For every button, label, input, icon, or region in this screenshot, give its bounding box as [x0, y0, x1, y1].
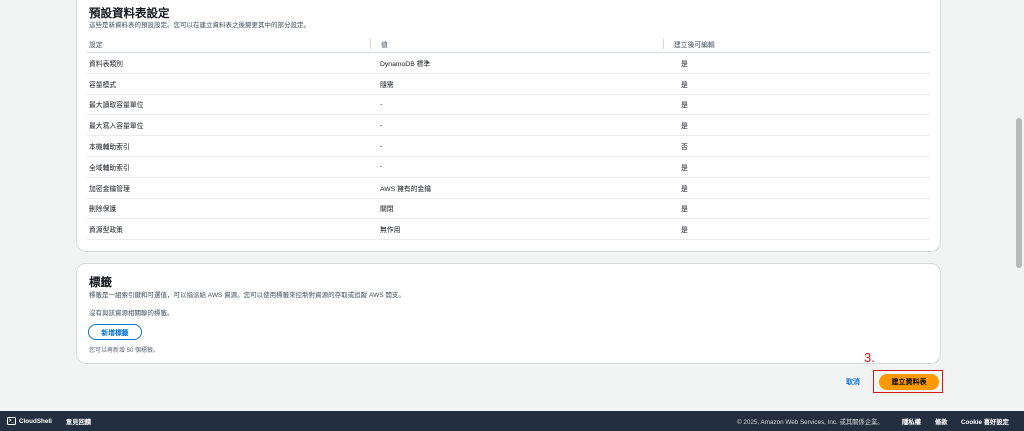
create-table-button[interactable]: 建立資料表 [879, 374, 939, 390]
editable-cell: 是 [681, 164, 688, 172]
table-row: 資源型政策 無作用 是 [87, 219, 930, 241]
table-row: 刪除保護 關閉 是 [87, 199, 930, 220]
privacy-link[interactable]: 隱私權 [902, 417, 921, 426]
feedback-link[interactable]: 意見回饋 [66, 417, 91, 426]
setting-cell: 全域輔助索引 [89, 164, 130, 172]
cloudshell-label: CloudShell [19, 417, 52, 425]
editable-cell: 是 [681, 81, 688, 89]
cookie-preferences-link[interactable]: Cookie 喜好設定 [961, 417, 1009, 426]
value-cell: AWS 擁有的金鑰 [380, 185, 432, 193]
editable-cell: 是 [681, 102, 688, 110]
value-cell: - [380, 142, 383, 150]
editable-cell: 是 [681, 123, 688, 131]
table-row: 容量模式 隨需 是 [87, 74, 930, 95]
value-cell: - [380, 100, 383, 108]
add-tag-button[interactable]: 新增標籤 [88, 324, 142, 340]
tags-title: 標籤 [89, 277, 112, 289]
value-cell: - [380, 121, 383, 129]
section-description: 這些是新資料表的預設設定。您可以在建立資料表之後變更其中的部分設定。 [89, 22, 310, 29]
value-cell: 無作用 [380, 227, 401, 235]
editable-cell: 是 [681, 227, 688, 235]
default-settings-panel: 預設資料表設定 這些是新資料表的預設設定。您可以在建立資料表之後變更其中的部分設… [76, 0, 941, 252]
editable-cell: 是 [681, 206, 688, 214]
step-annotation: 3. [864, 350, 875, 365]
table-row: 本機輔助索引 - 否 [87, 136, 930, 157]
value-cell: DynamoDB 標準 [380, 60, 431, 68]
value-cell: 關閉 [380, 206, 394, 214]
table-header: 設定 值 建立後可編輯 [87, 35, 930, 53]
column-header-editable: 建立後可編輯 [663, 38, 930, 49]
cancel-button[interactable]: 取消 [846, 377, 860, 387]
cloudshell-button[interactable]: >_ CloudShell [7, 417, 52, 425]
scrollbar[interactable] [1014, 0, 1024, 411]
terms-link[interactable]: 條款 [935, 417, 948, 426]
tags-limit-hint: 您可以再新增 50 個標籤。 [89, 348, 160, 354]
table-row: 最大寫入容量單位 - 是 [87, 115, 930, 137]
footer: >_ CloudShell 意見回饋 © 2025, Amazon Web Se… [0, 411, 1024, 431]
editable-cell: 否 [681, 144, 688, 152]
editable-cell: 是 [681, 185, 688, 193]
table-row: 最大讀取容量單位 - 是 [87, 95, 930, 116]
value-cell: - [380, 163, 383, 171]
settings-table: 設定 值 建立後可編輯 資料表類別 DynamoDB 標準是容量模式 隨需是最大讀取… [87, 35, 930, 241]
value-cell: 隨需 [380, 81, 394, 89]
setting-cell: 最大讀取容量單位 [89, 102, 144, 110]
table-row: 全域輔助索引 - 是 [87, 157, 930, 178]
setting-cell: 刪除保護 [89, 206, 117, 214]
scroll-thumb[interactable] [1016, 118, 1022, 268]
copyright: © 2025, Amazon Web Services, Inc. 或其關係企業… [737, 418, 884, 426]
tags-panel: 標籤 標籤是一組索引鍵和可選值，可以指派給 AWS 資源。您可以使用標籤來控制對… [76, 263, 941, 364]
setting-cell: 資料表類別 [89, 60, 123, 68]
editable-cell: 是 [681, 60, 688, 68]
tags-description: 標籤是一組索引鍵和可選值，可以指派給 AWS 資源。您可以使用標籤來控制對資源的… [89, 292, 405, 299]
setting-cell: 容量模式 [89, 81, 117, 89]
setting-cell: 本機輔助索引 [89, 144, 130, 152]
setting-cell: 資源型政策 [89, 227, 123, 235]
column-header-setting: 設定 [89, 41, 103, 49]
setting-cell: 加密金鑰管理 [89, 185, 130, 193]
column-header-value: 值 [370, 38, 671, 49]
setting-cell: 最大寫入容量單位 [89, 123, 144, 131]
table-row: 加密金鑰管理 AWS 擁有的金鑰 是 [87, 178, 930, 199]
table-row: 資料表類別 DynamoDB 標準 是 [87, 53, 930, 74]
tags-empty-message: 沒有與該資源相關聯的標籤。 [89, 310, 174, 317]
terminal-icon: >_ [7, 417, 16, 425]
